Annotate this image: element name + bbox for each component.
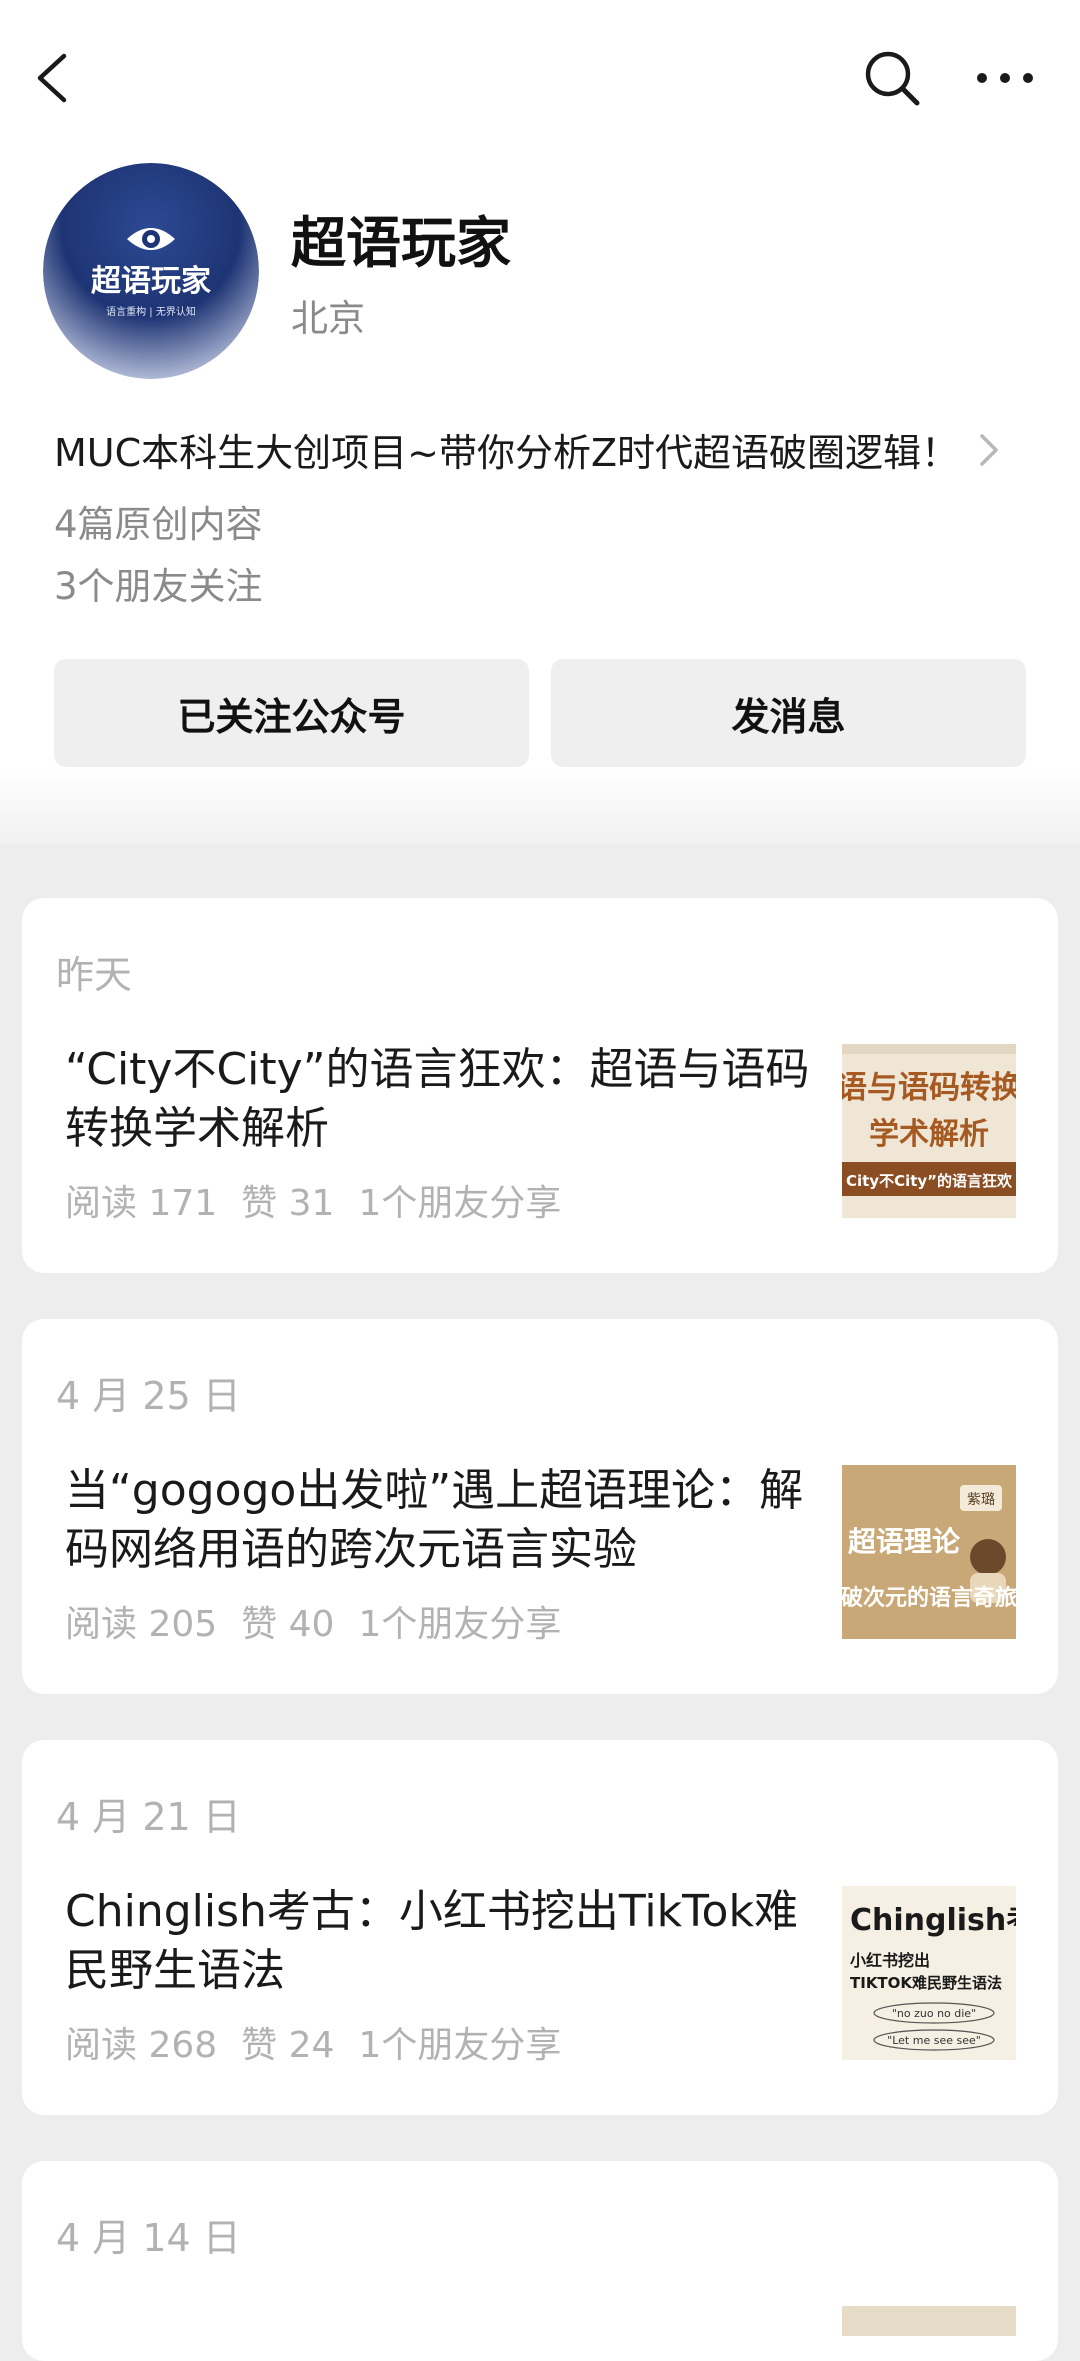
account-location: 北京 bbox=[291, 297, 365, 340]
original-content-count[interactable]: 4篇原创内容 bbox=[54, 494, 263, 548]
friends-following[interactable]: 3个朋友关注 bbox=[54, 556, 263, 610]
article-thumbnail[interactable]: 语与语码转换 学术解析 City不City”的语言狂欢 bbox=[842, 1044, 1016, 1218]
article-title[interactable]: 当“gogogo出发啦”遇上超语理论：解码网络用语的跨次元语言实验 bbox=[65, 1461, 835, 1579]
read-count: 阅读 205 bbox=[65, 1604, 218, 1645]
thumb-text: 小红书挖出 bbox=[850, 1951, 930, 1970]
thumb-text: 破次元的语言奇旅 bbox=[842, 1585, 1016, 1611]
article-thumbnail[interactable]: Chinglish考古 小红书挖出 TIKTOK难民野生语法 "no zuo n… bbox=[842, 1886, 1016, 2060]
avatar[interactable]: 超语玩家 语言重构 | 无界认知 bbox=[43, 163, 259, 379]
article-card[interactable]: 4 月 21 日 Chinglish考古：小红书挖出TikTok难民野生语法 阅… bbox=[22, 1740, 1058, 2115]
chevron-right-icon bbox=[980, 434, 998, 466]
thumb-text: 语与语码转换 bbox=[842, 1070, 1016, 1106]
article-stats: 阅读 205 赞 40 1个朋友分享 bbox=[65, 1595, 585, 1647]
article-date: 昨天 bbox=[56, 953, 133, 997]
bio-text: MUC本科生大创项目~带你分析Z时代超语破圈逻辑！ bbox=[54, 431, 960, 475]
thumb-text: TIKTOK难民野生语法 bbox=[850, 1974, 1002, 1992]
thumb-text: "no zuo no die" bbox=[892, 2007, 976, 2020]
send-message-button[interactable]: 发消息 bbox=[551, 659, 1026, 767]
like-count: 赞 40 bbox=[241, 1604, 335, 1645]
thumb-text: 超语理论 bbox=[848, 1525, 961, 1558]
thumb-text: 紫璐 bbox=[967, 1492, 995, 1508]
search-icon[interactable] bbox=[862, 48, 922, 108]
read-count: 阅读 268 bbox=[65, 2025, 218, 2066]
article-thumbnail[interactable] bbox=[842, 2306, 1016, 2336]
friend-shares: 1个朋友分享 bbox=[358, 1183, 562, 1224]
followed-button[interactable]: 已关注公众号 bbox=[54, 659, 529, 767]
like-count: 赞 31 bbox=[241, 1183, 335, 1224]
article-date: 4 月 25 日 bbox=[56, 1374, 241, 1418]
article-thumbnail[interactable]: 紫璐 超语理论 破次元的语言奇旅 bbox=[842, 1465, 1016, 1639]
article-card[interactable]: 昨天 “City不City”的语言狂欢：超语与语码转换学术解析 阅读 171 赞 … bbox=[22, 898, 1058, 1273]
avatar-logo-text: 超语玩家 bbox=[91, 264, 211, 299]
thumb-text: "Let me see see" bbox=[887, 2034, 981, 2047]
back-icon[interactable] bbox=[30, 50, 74, 106]
read-count: 阅读 171 bbox=[65, 1183, 218, 1224]
article-card[interactable]: 4 月 14 日 bbox=[22, 2161, 1058, 2361]
thumb-text: City不City”的语言狂欢 bbox=[846, 1172, 1013, 1190]
friend-shares: 1个朋友分享 bbox=[358, 2025, 562, 2066]
article-card[interactable]: 4 月 25 日 当“gogogo出发啦”遇上超语理论：解码网络用语的跨次元语言… bbox=[22, 1319, 1058, 1694]
article-stats: 阅读 171 赞 31 1个朋友分享 bbox=[65, 1174, 585, 1226]
bio-row[interactable]: MUC本科生大创项目~带你分析Z时代超语破圈逻辑！ bbox=[54, 422, 1014, 478]
article-title[interactable]: Chinglish考古：小红书挖出TikTok难民野生语法 bbox=[65, 1882, 835, 2000]
article-stats: 阅读 268 赞 24 1个朋友分享 bbox=[65, 2016, 585, 2068]
account-name: 超语玩家 bbox=[291, 211, 512, 275]
like-count: 赞 24 bbox=[241, 2025, 335, 2066]
friend-shares: 1个朋友分享 bbox=[358, 1604, 562, 1645]
more-icon[interactable] bbox=[972, 60, 1038, 96]
account-header: 超语玩家 语言重构 | 无界认知 超语玩家 北京 MUC本科生大创项目~带你分析… bbox=[0, 0, 1080, 845]
avatar-tagline: 语言重构 | 无界认知 bbox=[106, 305, 196, 318]
thumb-text: 学术解析 bbox=[869, 1117, 989, 1152]
thumb-text: Chinglish考古 bbox=[850, 1903, 1016, 1938]
article-title[interactable]: “City不City”的语言狂欢：超语与语码转换学术解析 bbox=[65, 1040, 835, 1158]
article-date: 4 月 21 日 bbox=[56, 1795, 241, 1839]
article-date: 4 月 14 日 bbox=[56, 2216, 241, 2260]
